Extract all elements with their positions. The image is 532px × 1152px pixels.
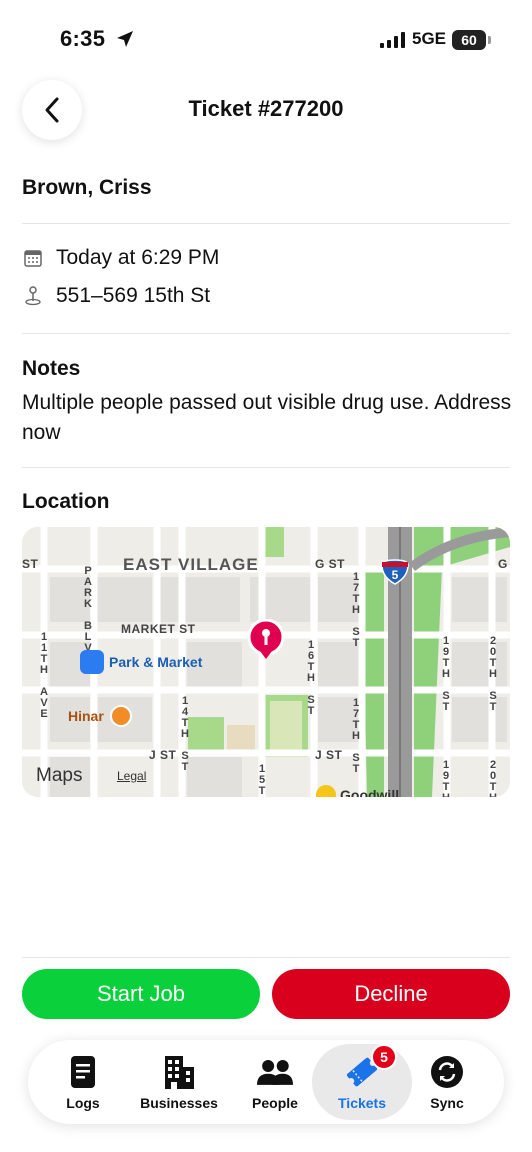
logs-icon	[65, 1054, 101, 1090]
map-label-g: G	[498, 557, 508, 571]
ticket-location-pin-icon[interactable]	[246, 619, 286, 663]
start-job-button[interactable]: Start Job	[22, 969, 260, 1019]
divider	[22, 957, 510, 958]
apple-maps-logo: Maps	[36, 765, 83, 786]
map-label-15th: 15TH	[256, 763, 268, 797]
divider	[22, 223, 510, 224]
map-pin-icon	[22, 285, 44, 307]
status-time: 6:35	[60, 26, 106, 51]
tickets-badge: 5	[371, 1044, 397, 1070]
tab-sync-label: Sync	[430, 1095, 464, 1111]
restaurant-icon	[109, 705, 132, 727]
tab-people[interactable]: People	[238, 1040, 312, 1124]
tram-icon	[80, 650, 104, 674]
poi-hinar-label: Hinar	[68, 708, 104, 724]
ticket-address-row: 551–569 15th St	[22, 284, 210, 308]
page-title: Ticket #277200	[188, 96, 344, 121]
tab-people-label: People	[252, 1095, 298, 1111]
decline-button[interactable]: Decline	[272, 969, 510, 1019]
map-label-17th-st-bottom: 17TH ST	[350, 697, 362, 774]
poi-park-market-label: Park & Market	[109, 654, 203, 670]
tab-sync[interactable]: Sync	[410, 1040, 484, 1124]
map-label-j-st: J ST	[149, 748, 177, 762]
tab-businesses[interactable]: Businesses	[138, 1040, 220, 1124]
map-label-st: ST	[22, 557, 39, 571]
interstate-number: 5	[391, 568, 399, 582]
location-heading: Location	[22, 490, 110, 513]
notes-text: Multiple people passed out visible drug …	[22, 391, 512, 444]
signal-icon	[380, 32, 405, 48]
network-type: 5GE	[412, 29, 447, 48]
tab-tickets-label: Tickets	[338, 1095, 386, 1111]
tab-logs-label: Logs	[66, 1095, 100, 1111]
battery-nub	[488, 36, 491, 44]
map-label-19th-st: 19TH ST	[440, 635, 452, 712]
ticket-address: 551–569 15th St	[56, 284, 211, 307]
map-label-17th-st: 17TH ST	[350, 571, 362, 648]
tab-businesses-label: Businesses	[140, 1095, 218, 1111]
map-label-16th-st: 16TH ST	[305, 639, 317, 716]
interstate-5-shield-icon: 5	[380, 559, 410, 585]
poi-goodwill[interactable]: Goodwill	[316, 785, 399, 797]
calendar-icon	[22, 247, 44, 269]
status-bar: 6:35 5GE 60	[0, 0, 532, 80]
divider	[22, 467, 510, 468]
notes-heading: Notes	[22, 357, 81, 380]
ticket-datetime: Today at 6:29 PM	[56, 246, 220, 269]
people-icon	[257, 1054, 293, 1090]
location-map[interactable]: EAST VILLAGE G ST ST G MARKET ST J ST J …	[22, 527, 510, 797]
poi-park-market[interactable]: Park & Market	[80, 650, 202, 674]
store-icon	[316, 785, 336, 797]
map-label-g-st: G ST	[315, 557, 346, 571]
ticket-datetime-row: Today at 6:29 PM	[22, 246, 219, 270]
map-label-j-st-right: J ST	[315, 748, 343, 762]
map-label-market-st: MARKET ST	[121, 622, 196, 636]
map-label-11th-ave: 11TH AVE	[38, 631, 50, 719]
map-label-20th: 20TH	[487, 759, 499, 797]
tab-bar: Logs Businesses People Tickets 5 Sync	[28, 1040, 504, 1124]
map-legal-link[interactable]: Legal	[117, 769, 146, 783]
tab-logs[interactable]: Logs	[46, 1040, 120, 1124]
map-label-east-village: EAST VILLAGE	[123, 555, 259, 574]
map-label-20th-st: 20TH ST	[487, 635, 499, 712]
businesses-icon	[161, 1054, 197, 1090]
ticket-person-name: Brown, Criss	[22, 176, 152, 199]
map-label-14th-st: 14TH ST	[179, 695, 191, 772]
battery-icon: 60	[452, 30, 486, 50]
poi-goodwill-label: Goodwill	[340, 787, 400, 797]
tab-tickets[interactable]: Tickets	[312, 1044, 412, 1120]
map-label-19th: 19TH	[440, 759, 452, 797]
location-arrow-icon	[117, 31, 133, 47]
sync-icon	[429, 1054, 465, 1090]
poi-hinar[interactable]: Hinar	[68, 705, 132, 727]
divider	[22, 333, 510, 334]
